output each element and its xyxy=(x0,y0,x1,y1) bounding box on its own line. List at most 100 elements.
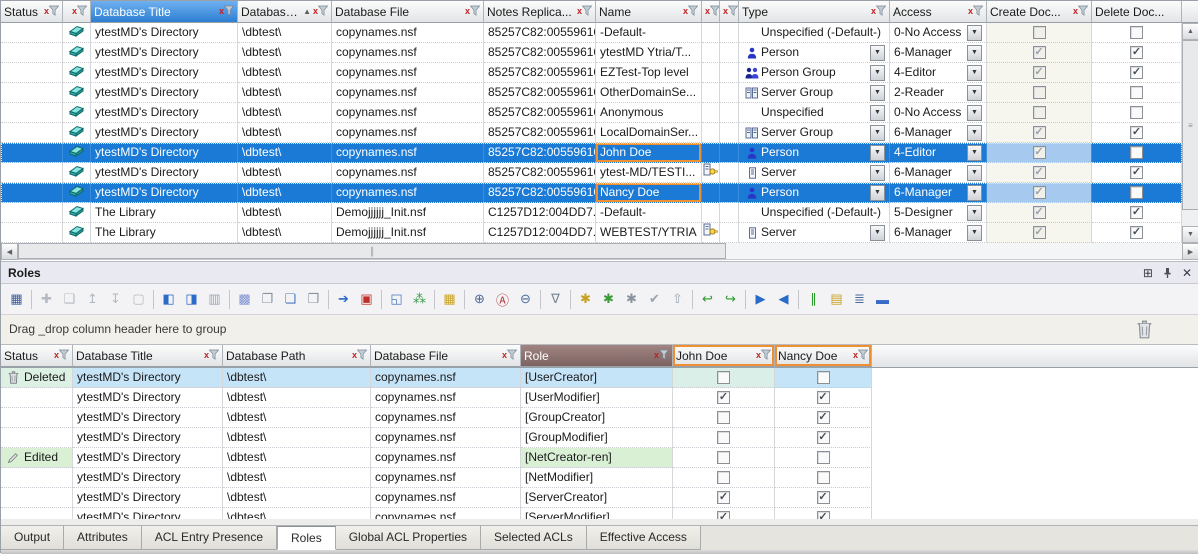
role-row[interactable]: DeletedytestMD's Directory\dbtest\copyna… xyxy=(1,368,873,388)
database-title-cell[interactable]: ytestMD's Directory xyxy=(73,508,223,519)
john-doe-role-cell[interactable] xyxy=(673,448,775,468)
filter-icon[interactable]: x xyxy=(72,5,87,19)
filter-icon[interactable]: x xyxy=(54,349,69,363)
role-row[interactable]: ytestMD's Directory\dbtest\copynames.nsf… xyxy=(1,488,873,508)
tab-global-acl-properties[interactable]: Global ACL Properties xyxy=(336,526,481,550)
database-file-cell[interactable]: copynames.nsf xyxy=(332,43,484,63)
acl-entry-row[interactable]: ytestMD's Directory\dbtest\copynames.nsf… xyxy=(1,83,1182,103)
database-path-cell[interactable]: \dbtest\ xyxy=(223,448,371,468)
flag-cell[interactable] xyxy=(720,223,739,243)
access-dropdown[interactable]: ▼ xyxy=(967,45,982,61)
zoom-annotate-icon[interactable]: Ⓐ xyxy=(491,288,514,311)
zoom-out-icon[interactable]: ⊖ xyxy=(514,288,537,311)
delete-doc-cell[interactable]: ✓ xyxy=(1092,203,1182,223)
name-cell[interactable]: -Default- xyxy=(596,23,702,43)
column-header-delete-doc[interactable]: Delete Doc... xyxy=(1092,1,1182,23)
status-cell[interactable] xyxy=(1,43,63,63)
admin-server-flag-cell[interactable] xyxy=(702,63,720,83)
nancy-doe-role-cell[interactable]: ✓ xyxy=(775,408,872,428)
access-cell[interactable]: 0-No Access▼ xyxy=(890,23,987,43)
create-doc-cell[interactable]: ✓ xyxy=(987,203,1092,223)
name-cell[interactable]: -Default- xyxy=(596,203,702,223)
database-title-cell[interactable]: ytestMD's Directory xyxy=(73,428,223,448)
type-cell[interactable]: Unspecified (-Default-) xyxy=(739,23,890,43)
database-file-cell[interactable]: copynames.nsf xyxy=(371,488,521,508)
tab-attributes[interactable]: Attributes xyxy=(64,526,142,550)
export-gear-icon[interactable]: ✱ xyxy=(574,288,597,311)
database-file-cell[interactable]: Demojjjjjj_Init.nsf xyxy=(332,223,484,243)
create-doc-checkbox[interactable]: ✓ xyxy=(1033,126,1046,139)
select-region-icon[interactable]: ▩ xyxy=(233,288,256,311)
create-doc-checkbox[interactable]: ✓ xyxy=(1033,66,1046,79)
admin-server-flag-cell[interactable] xyxy=(702,23,720,43)
type-cell[interactable]: Server▼ xyxy=(739,223,890,243)
flag-cell[interactable] xyxy=(720,123,739,143)
duplicate-entry-icon[interactable]: ❑ xyxy=(58,288,81,311)
filter-icon[interactable]: x xyxy=(756,349,771,363)
access-cell[interactable]: 6-Manager▼ xyxy=(890,183,987,203)
nancy-doe-role-checkbox[interactable]: ✓ xyxy=(817,411,830,424)
status-cell[interactable] xyxy=(1,123,63,143)
database-path-cell[interactable]: \dbtest\ xyxy=(238,143,332,163)
type-cell[interactable]: Person Group▼ xyxy=(739,63,890,83)
status-cell[interactable] xyxy=(1,388,73,408)
tab-output[interactable]: Output xyxy=(1,526,64,550)
nancy-doe-role-checkbox[interactable] xyxy=(817,471,830,484)
john-doe-role-cell[interactable] xyxy=(673,428,775,448)
status-cell[interactable] xyxy=(1,203,63,223)
nancy-doe-role-checkbox[interactable]: ✓ xyxy=(817,511,830,519)
database-file-cell[interactable]: copynames.nsf xyxy=(371,468,521,488)
tab-selected-acls[interactable]: Selected ACLs xyxy=(481,526,587,550)
database-file-cell[interactable]: copynames.nsf xyxy=(332,103,484,123)
database-path-cell[interactable]: \dbtest\ xyxy=(238,63,332,83)
name-cell[interactable]: ytest-MD/TESTI... xyxy=(596,163,702,183)
filter-icon[interactable]: x xyxy=(1073,5,1088,19)
delete-doc-cell[interactable]: ✓ xyxy=(1092,43,1182,63)
database-file-cell[interactable]: Demojjjjjj_Init.nsf xyxy=(332,203,484,223)
flag-cell[interactable] xyxy=(720,183,739,203)
database-path-cell[interactable]: \dbtest\ xyxy=(223,468,371,488)
scroll-right-button[interactable]: ▶ xyxy=(1182,243,1198,260)
database-title-cell[interactable]: ytestMD's Directory xyxy=(91,103,238,123)
nancy-doe-role-checkbox[interactable]: ✓ xyxy=(817,431,830,444)
john-doe-role-checkbox[interactable] xyxy=(717,411,730,424)
toolbox-icon[interactable]: ▣ xyxy=(355,288,378,311)
scroll-down-button[interactable]: ▼ xyxy=(1182,226,1198,243)
replica-id-cell[interactable]: 85257C82:00559616 xyxy=(484,23,596,43)
access-dropdown[interactable]: ▼ xyxy=(967,225,982,241)
role-row[interactable]: ytestMD's Directory\dbtest\copynames.nsf… xyxy=(1,388,873,408)
admin-server-flag-cell[interactable] xyxy=(702,163,720,183)
database-title-cell[interactable]: ytestMD's Directory xyxy=(91,143,238,163)
role-row[interactable]: ytestMD's Directory\dbtest\copynames.nsf… xyxy=(1,428,873,448)
delete-doc-checkbox[interactable] xyxy=(1130,186,1143,199)
hierarchy-view-icon[interactable]: ⁂ xyxy=(408,288,431,311)
delete-doc-cell[interactable] xyxy=(1092,143,1182,163)
flag-cell[interactable] xyxy=(720,143,739,163)
group-by-bar[interactable]: Drag _drop column header here to group xyxy=(1,315,1198,345)
pin-panel-icon[interactable] xyxy=(1162,267,1173,279)
john-doe-role-checkbox[interactable] xyxy=(717,451,730,464)
roles-column-header-nancy-doe[interactable]: Nancy Doex xyxy=(775,345,872,367)
export-gear-apply-icon[interactable]: ✱ xyxy=(597,288,620,311)
database-path-cell[interactable]: \dbtest\ xyxy=(238,103,332,123)
delete-doc-checkbox[interactable]: ✓ xyxy=(1130,46,1143,59)
john-doe-role-checkbox[interactable]: ✓ xyxy=(717,511,730,519)
nancy-doe-role-cell[interactable]: ✓ xyxy=(775,388,872,408)
status-cell[interactable] xyxy=(1,63,63,83)
status-cell[interactable] xyxy=(1,83,63,103)
database-file-cell[interactable]: copynames.nsf xyxy=(332,183,484,203)
admin-server-flag-cell[interactable] xyxy=(702,123,720,143)
access-cell[interactable]: 6-Manager▼ xyxy=(890,43,987,63)
create-doc-checkbox[interactable]: ✓ xyxy=(1033,146,1046,159)
name-cell[interactable]: WEBTEST/YTRIA xyxy=(596,223,702,243)
freeze-first-column-icon[interactable]: ◧ xyxy=(157,288,180,311)
john-doe-role-cell[interactable]: ✓ xyxy=(673,508,775,519)
console-strip-icon[interactable]: ▬ xyxy=(871,288,894,311)
filter-icon[interactable]: x xyxy=(577,5,592,19)
delete-doc-cell[interactable]: ✓ xyxy=(1092,63,1182,83)
freeze-columns-icon[interactable]: ◨ xyxy=(180,288,203,311)
admin-server-flag-cell[interactable] xyxy=(702,203,720,223)
unfreeze-columns-icon[interactable]: ▥ xyxy=(203,288,226,311)
john-doe-role-checkbox[interactable]: ✓ xyxy=(717,491,730,504)
type-cell[interactable]: Person▼ xyxy=(739,183,890,203)
